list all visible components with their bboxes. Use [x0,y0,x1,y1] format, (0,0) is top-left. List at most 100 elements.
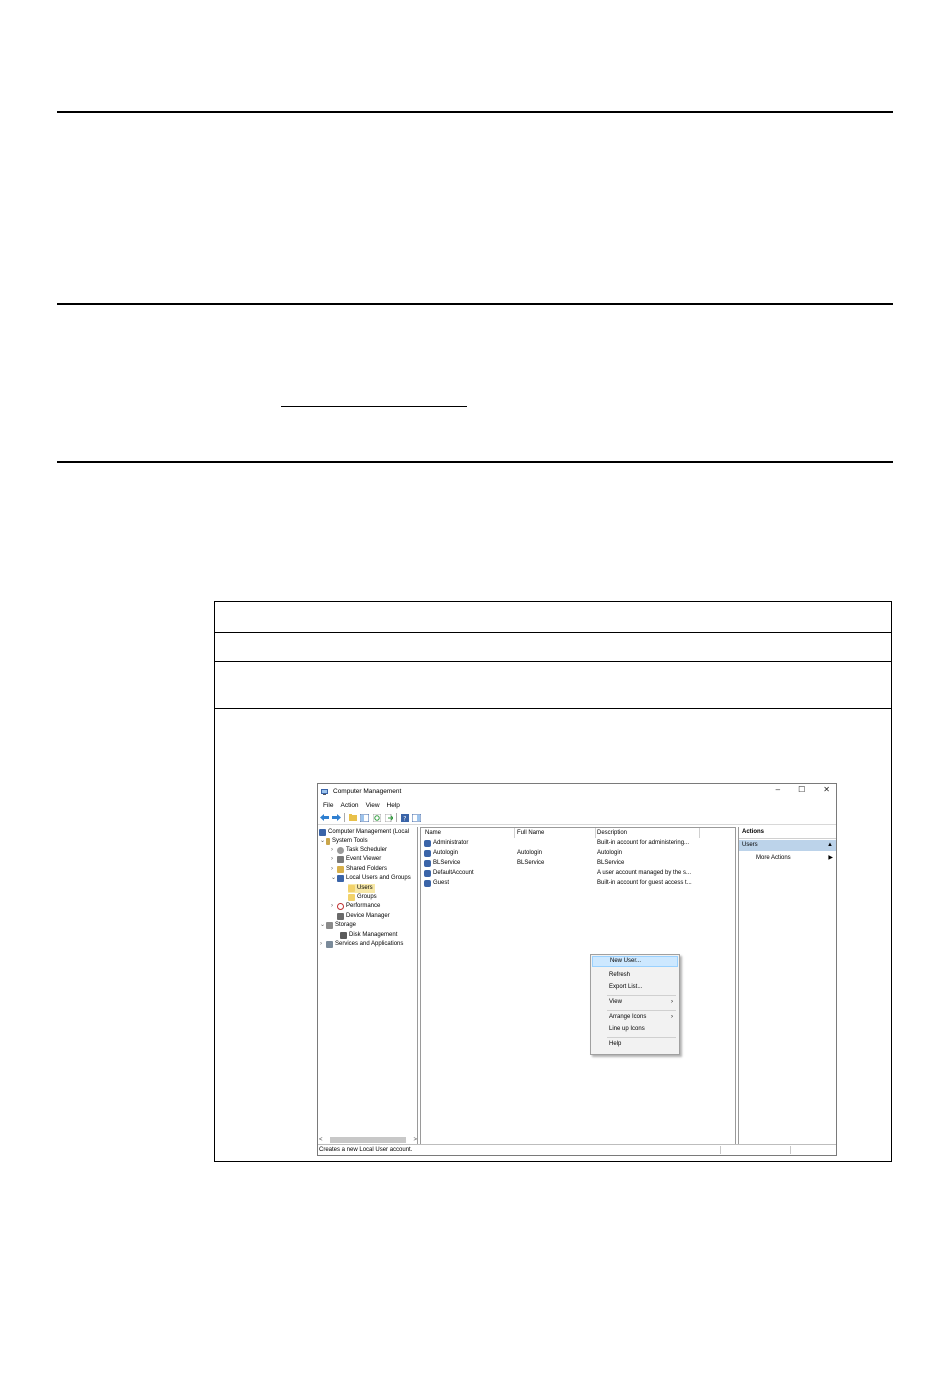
menu-separator [607,1010,676,1011]
minimize-button[interactable]: – [776,785,780,794]
user-icon [424,840,431,847]
services-icon [326,941,333,948]
menu-bar: File Action View Help [318,800,400,810]
computer-management-icon [319,829,326,836]
menu-view[interactable]: View [366,802,380,809]
column-header-description[interactable]: Description [597,830,627,836]
tree-item-disk-management[interactable]: Disk Management [340,931,397,940]
tree-item-users[interactable]: Users [348,884,375,893]
more-actions-label: More Actions [756,855,791,861]
actions-pane: Actions Users ▲ More Actions ▶ [738,827,836,1145]
tree-item-system-tools[interactable]: ⌄ System Tools [320,837,368,846]
close-button[interactable]: ✕ [823,785,830,794]
user-list: Name Full Name Description Administrator… [420,827,736,1145]
show-hide-console-tree-icon[interactable] [360,813,369,822]
maximize-button[interactable]: ☐ [798,785,805,794]
status-bar: Creates a new Local User account. [318,1144,836,1155]
column-header-name[interactable]: Name [425,830,441,836]
tree-item-device-manager[interactable]: Device Manager [337,912,390,921]
shared-folder-icon [337,866,344,873]
actions-title: Actions [739,827,836,839]
list-item[interactable]: Administrator Built-in account for admin… [421,839,735,849]
scroll-right-icon[interactable]: > [413,1137,417,1143]
event-viewer-icon [337,856,344,863]
tree-label: Computer Management (Local [328,829,410,835]
expand-right-icon: ▶ [828,855,833,861]
console-tree: Computer Management (Local ⌄ System Tool… [318,827,418,1145]
device-manager-icon [337,913,344,920]
column-divider [595,828,596,838]
context-menu: New User... Refresh Export List... View … [590,954,680,1055]
list-header: Name Full Name Description [421,828,735,838]
tree-item-shared-folders[interactable]: › Shared Folders [331,865,387,874]
underline-blank [281,406,467,407]
disk-icon [340,932,347,939]
menu-separator [607,995,676,996]
table-row [215,661,891,709]
menu-item-label: Arrange Icons [609,1014,647,1020]
help-icon[interactable]: ? [400,813,409,822]
status-divider [720,1146,721,1154]
tree-label: Local Users and Groups [346,875,411,881]
list-item[interactable]: DefaultAccount A user account managed by… [421,869,735,879]
menu-action[interactable]: Action [340,802,358,809]
table-row [215,632,891,662]
menu-item-arrange-icons[interactable]: Arrange Icons › [592,1012,678,1023]
back-arrow-icon[interactable] [320,813,329,822]
user-description: Autologin [597,850,623,856]
horizontal-rule-2 [57,303,893,305]
menu-item-line-up-icons[interactable]: Line up Icons [592,1024,678,1035]
list-item[interactable]: Autologin Autologin Autologin [421,849,735,859]
performance-icon [337,903,344,910]
tree-item-services-apps[interactable]: › Services and Applications [320,940,403,949]
forward-arrow-icon[interactable] [332,813,341,822]
tree-label: Services and Applications [335,941,404,947]
menu-separator [607,1037,676,1038]
tree-item-performance[interactable]: › Performance [331,902,380,911]
collapse-up-icon[interactable]: ▲ [827,840,833,851]
toolbar-separator [396,813,397,822]
submenu-arrow-icon: › [671,999,673,1005]
user-description: Built-in account for administering... [597,840,690,846]
menu-item-label: View [609,999,622,1005]
tree-item-groups[interactable]: Groups [348,893,377,902]
column-header-full-name[interactable]: Full Name [517,830,544,836]
scroll-left-icon[interactable]: < [319,1137,323,1143]
tree-label: Users [357,885,373,891]
actions-section-users[interactable]: Users ▲ [739,840,836,851]
menu-item-help[interactable]: Help [592,1039,678,1050]
folder-icon [348,894,355,901]
storage-icon [326,922,333,929]
export-list-icon[interactable] [384,813,393,822]
user-icon [424,870,431,877]
tree-item-task-scheduler[interactable]: › Task Scheduler [331,846,387,855]
horizontal-scrollbar[interactable]: < > [318,1135,417,1144]
list-item[interactable]: Guest Built-in account for guest access … [421,879,735,889]
tree-item-root[interactable]: Computer Management (Local [319,828,409,837]
computer-management-window: Computer Management – ☐ ✕ File Action Vi… [317,783,837,1156]
tree-label: Device Manager [346,913,390,919]
mmc-icon[interactable] [412,813,421,822]
user-description: Built-in account for guest access t... [597,880,692,886]
user-full-name: Autologin [517,850,543,856]
menu-item-export-list[interactable]: Export List... [592,982,678,993]
refresh-icon[interactable] [372,813,381,822]
menu-item-new-user[interactable]: New User... [592,956,678,967]
tree-item-event-viewer[interactable]: › Event Viewer [331,855,381,864]
menu-help[interactable]: Help [387,802,400,809]
scrollbar-thumb[interactable] [329,1136,407,1143]
tree-item-storage[interactable]: ⌄ Storage [320,921,356,930]
up-folder-icon[interactable] [348,813,357,822]
tree-label: System Tools [332,838,368,844]
submenu-arrow-icon: › [671,1014,673,1020]
tree-item-local-users-groups[interactable]: ⌄ Local Users and Groups [331,874,411,883]
user-name: Administrator [433,840,469,846]
tools-icon [326,838,330,845]
menu-item-refresh[interactable]: Refresh [592,970,678,981]
column-divider [514,828,515,838]
user-name: BLService [433,860,461,866]
menu-file[interactable]: File [323,802,333,809]
more-actions-item[interactable]: More Actions ▶ [739,853,836,864]
list-item[interactable]: BLService BLService BLService [421,859,735,869]
menu-item-view[interactable]: View › [592,997,678,1008]
